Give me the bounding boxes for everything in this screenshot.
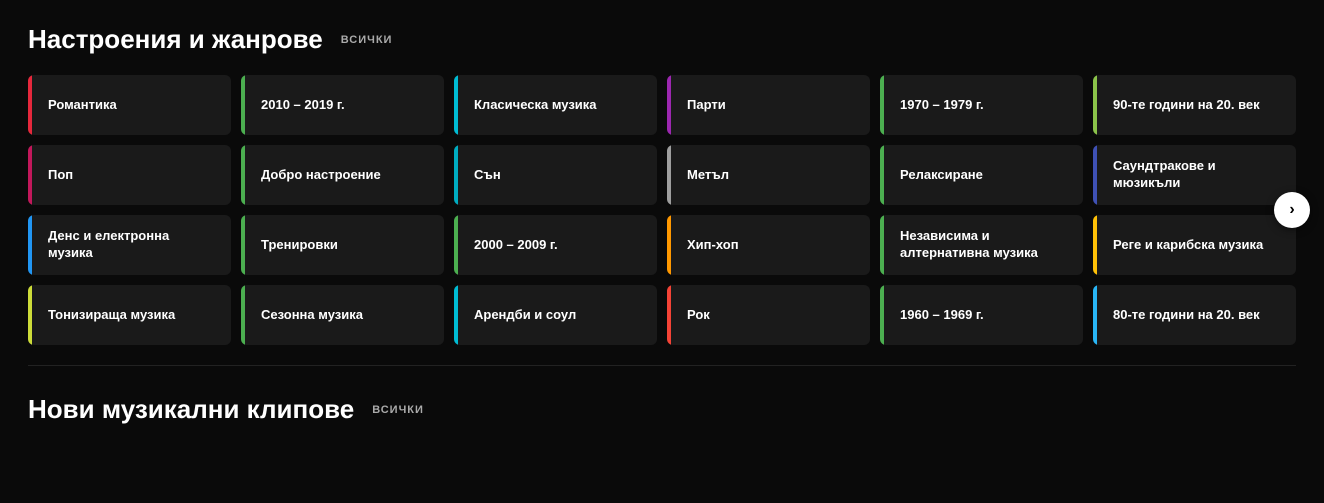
genre-card-metul[interactable]: Метъл	[667, 145, 870, 205]
moods-section: Настроения и жанрове ВСИЧКИ Романтика 201…	[0, 0, 1324, 365]
genre-label-tonizirashta: Тонизираща музика	[42, 307, 175, 324]
genre-label-saundtrakove: Саундтракове и мюзикъли	[1107, 158, 1282, 192]
genre-card-2010-2019[interactable]: 2010 – 2019 г.	[241, 75, 444, 135]
genre-card-1970-1979[interactable]: 1970 – 1979 г.	[880, 75, 1083, 135]
genre-card-pop[interactable]: Поп	[28, 145, 231, 205]
genre-card-rok[interactable]: Рок	[667, 285, 870, 345]
genre-label-1960-1969: 1960 – 1969 г.	[894, 307, 984, 324]
genre-card-relaksirane[interactable]: Релаксиране	[880, 145, 1083, 205]
next-arrow-icon: ›	[1289, 201, 1294, 219]
genre-label-2010-2019: 2010 – 2019 г.	[255, 97, 345, 114]
moods-grid-container: Романтика 2010 – 2019 г. Класическа музика…	[28, 75, 1296, 345]
genre-label-relaksirane: Релаксиране	[894, 167, 983, 184]
genre-label-hip-hop: Хип-хоп	[681, 237, 739, 254]
genre-card-2000-2009[interactable]: 2000 – 2009 г.	[454, 215, 657, 275]
genre-card-1960-1969[interactable]: 1960 – 1969 г.	[880, 285, 1083, 345]
genre-card-saundtrakove[interactable]: Саундтракове и мюзикъли	[1093, 145, 1296, 205]
new-section-all-link[interactable]: ВСИЧКИ	[372, 404, 424, 416]
genre-label-rok: Рок	[681, 307, 710, 324]
genre-card-klasicheska[interactable]: Класическа музика	[454, 75, 657, 135]
genre-label-pop: Поп	[42, 167, 73, 184]
genre-card-90te[interactable]: 90-те години на 20. век	[1093, 75, 1296, 135]
genre-card-rege[interactable]: Реге и карибска музика	[1093, 215, 1296, 275]
genre-label-dens: Денс и електронна музика	[42, 228, 217, 262]
next-button[interactable]: ›	[1274, 192, 1310, 228]
genre-label-1970-1979: 1970 – 1979 г.	[894, 97, 984, 114]
moods-all-link[interactable]: ВСИЧКИ	[341, 34, 393, 46]
genre-card-arendbi[interactable]: Арендби и соул	[454, 285, 657, 345]
genre-label-sun: Сън	[468, 167, 501, 184]
genre-card-dobro[interactable]: Добро настроение	[241, 145, 444, 205]
genre-label-dobro: Добро настроение	[255, 167, 381, 184]
genre-label-romantika: Романтика	[42, 97, 117, 114]
genre-label-rege: Реге и карибска музика	[1107, 237, 1263, 254]
genre-card-romantika[interactable]: Романтика	[28, 75, 231, 135]
new-section-header: Нови музикални клипове ВСИЧКИ	[28, 394, 1296, 425]
genre-label-80te: 80-те години на 20. век	[1107, 307, 1260, 324]
moods-grid: Романтика 2010 – 2019 г. Класическа музика…	[28, 75, 1296, 345]
genre-card-sezonno[interactable]: Сезонна музика	[241, 285, 444, 345]
genre-card-trenirovki[interactable]: Тренировки	[241, 215, 444, 275]
genre-card-80te[interactable]: 80-те години на 20. век	[1093, 285, 1296, 345]
genre-label-90te: 90-те години на 20. век	[1107, 97, 1260, 114]
genre-card-tonizirashta[interactable]: Тонизираща музика	[28, 285, 231, 345]
genre-label-klasicheska: Класическа музика	[468, 97, 597, 114]
moods-title: Настроения и жанрове	[28, 24, 323, 55]
genre-label-arendbi: Арендби и соул	[468, 307, 576, 324]
genre-card-parti[interactable]: Парти	[667, 75, 870, 135]
genre-label-trenirovki: Тренировки	[255, 237, 338, 254]
genre-card-nezavisima[interactable]: Независима и алтернативна музика	[880, 215, 1083, 275]
moods-header: Настроения и жанрове ВСИЧКИ	[28, 24, 1296, 55]
new-section: Нови музикални клипове ВСИЧКИ	[0, 366, 1324, 455]
new-section-title: Нови музикални клипове	[28, 394, 354, 425]
genre-card-dens[interactable]: Денс и електронна музика	[28, 215, 231, 275]
genre-card-hip-hop[interactable]: Хип-хоп	[667, 215, 870, 275]
genre-label-metul: Метъл	[681, 167, 729, 184]
genre-label-nezavisima: Независима и алтернативна музика	[894, 228, 1069, 262]
genre-card-sun[interactable]: Сън	[454, 145, 657, 205]
genre-label-sezonno: Сезонна музика	[255, 307, 363, 324]
genre-label-2000-2009: 2000 – 2009 г.	[468, 237, 558, 254]
genre-label-parti: Парти	[681, 97, 726, 114]
